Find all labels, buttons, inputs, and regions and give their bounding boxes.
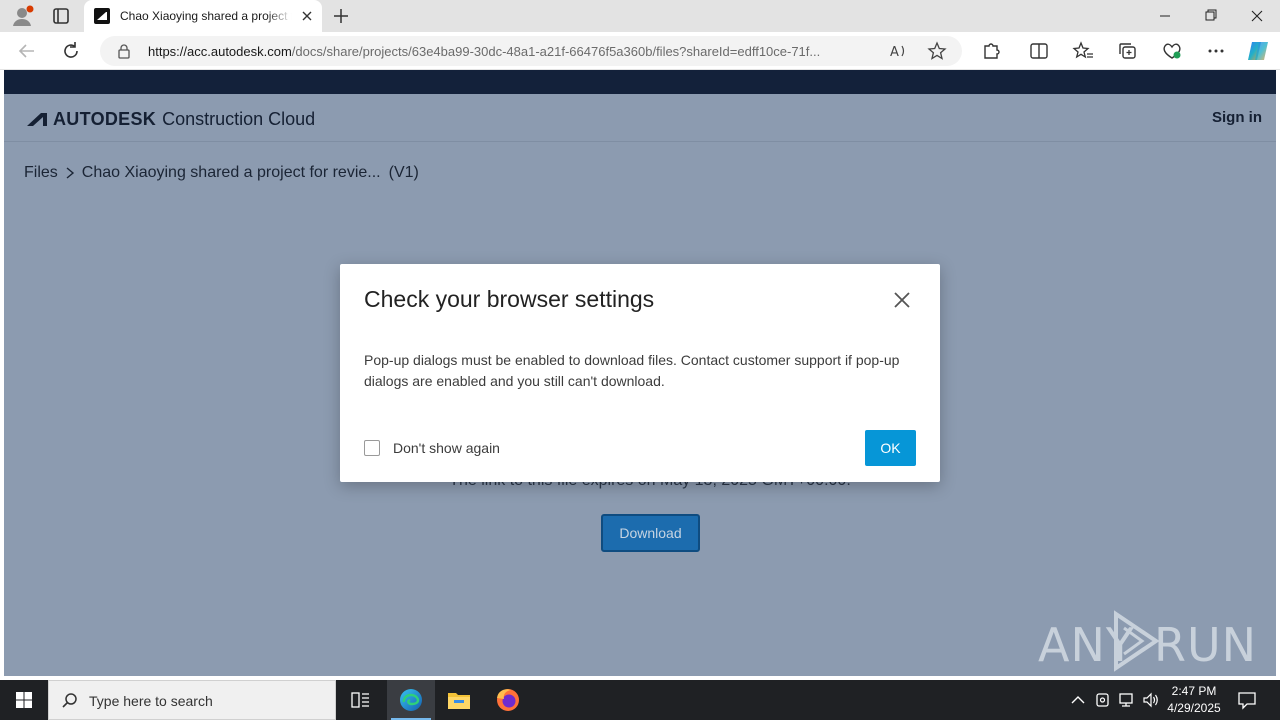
meet-now-icon[interactable]	[1093, 690, 1113, 710]
logo-brand: AUTODESK	[53, 108, 157, 129]
breadcrumb-version: (V1)	[388, 164, 419, 181]
browser-tab-active[interactable]: Chao Xiaoying shared a project for revie…	[84, 0, 322, 32]
read-aloud-icon[interactable]: A	[888, 40, 910, 62]
profile-icon[interactable]	[10, 4, 36, 28]
tab-actions-icon[interactable]	[48, 4, 74, 28]
taskbar-clock[interactable]: 2:47 PM 4/29/2025	[1160, 683, 1228, 717]
windows-start-icon[interactable]	[0, 680, 48, 720]
breadcrumb-files[interactable]: Files	[24, 164, 58, 182]
browser-toolbar: https://acc.autodesk.com/docs/share/proj…	[0, 32, 1280, 70]
refresh-icon[interactable]	[58, 39, 84, 63]
search-placeholder: Type here to search	[89, 693, 213, 709]
lock-icon[interactable]	[116, 43, 132, 59]
search-icon	[62, 693, 77, 708]
browser-tab-bar: Chao Xiaoying shared a project for revie…	[0, 0, 1280, 32]
volume-icon[interactable]	[1141, 690, 1161, 710]
download-button[interactable]: Download	[601, 514, 700, 552]
autodesk-logo[interactable]: AUTODESK Construction Cloud	[26, 108, 315, 130]
favorite-star-icon[interactable]	[926, 40, 948, 62]
autodesk-logo-icon	[27, 113, 47, 126]
play-logo-icon	[1114, 610, 1160, 672]
breadcrumb-current: Chao Xiaoying shared a project for revie…	[81, 164, 381, 181]
clock-date: 4/29/2025	[1167, 701, 1221, 715]
window-close-icon[interactable]	[1234, 0, 1280, 32]
network-icon[interactable]	[1117, 690, 1137, 710]
clock-time: 2:47 PM	[1171, 684, 1217, 698]
svg-text:A: A	[890, 45, 899, 60]
firefox-icon[interactable]	[484, 680, 532, 720]
dialog-message: Pop-up dialogs must be enabled to downlo…	[364, 352, 900, 389]
dont-show-again-checkbox[interactable]	[364, 440, 380, 456]
window-minimize-icon[interactable]	[1142, 0, 1188, 32]
favorites-icon[interactable]	[1071, 40, 1095, 62]
back-icon[interactable]	[14, 39, 40, 63]
notification-icon[interactable]	[1236, 689, 1258, 711]
dialog-title: Check your browser settings	[364, 286, 655, 312]
more-options-icon[interactable]	[1204, 40, 1228, 62]
ok-button[interactable]: OK	[865, 430, 916, 466]
split-screen-icon[interactable]	[1027, 40, 1051, 62]
tab-title: Chao Xiaoying shared a project for revie…	[120, 9, 292, 23]
logo-product: Construction Cloud	[162, 108, 316, 129]
app-header: AUTODESK Construction Cloud Sign in	[4, 94, 1276, 142]
anyrun-watermark: ANY RUN	[1038, 608, 1256, 674]
dont-show-again-label[interactable]: Don't show again	[393, 440, 500, 456]
task-view-icon[interactable]	[336, 680, 384, 720]
breadcrumb: Files Chao Xiaoying shared a project for…	[24, 164, 419, 182]
sign-in-link[interactable]: Sign in	[1212, 109, 1262, 126]
autodesk-favicon-icon	[94, 8, 110, 24]
extensions-icon[interactable]	[979, 40, 1003, 62]
file-explorer-icon[interactable]	[435, 680, 483, 720]
new-tab-icon[interactable]	[330, 5, 352, 27]
browser-settings-dialog: Check your browser settings Pop-up dialo…	[340, 264, 940, 482]
copilot-icon[interactable]	[1245, 38, 1271, 64]
collections-icon[interactable]	[1116, 40, 1140, 62]
url-path: /docs/share/projects/63e4ba99-30dc-48a1-…	[291, 44, 821, 59]
edge-taskbar-icon[interactable]	[387, 680, 435, 720]
url-text[interactable]: https://acc.autodesk.com/docs/share/proj…	[148, 44, 876, 59]
address-bar[interactable]: https://acc.autodesk.com/docs/share/proj…	[100, 36, 962, 66]
taskbar-search[interactable]: Type here to search	[48, 680, 336, 720]
browser-essentials-icon[interactable]	[1160, 40, 1184, 62]
dialog-close-icon[interactable]	[892, 290, 912, 310]
chevron-right-icon	[66, 167, 74, 179]
window-restore-icon[interactable]	[1188, 0, 1234, 32]
tab-close-icon[interactable]	[298, 7, 316, 25]
windows-taskbar: Type here to search 2:47 PM 4/29/2025	[0, 680, 1280, 720]
url-host: https://acc.autodesk.com	[148, 44, 292, 59]
top-strip	[4, 70, 1276, 94]
chevron-up-icon[interactable]	[1068, 690, 1088, 710]
watermark-right: RUN	[1154, 618, 1258, 672]
